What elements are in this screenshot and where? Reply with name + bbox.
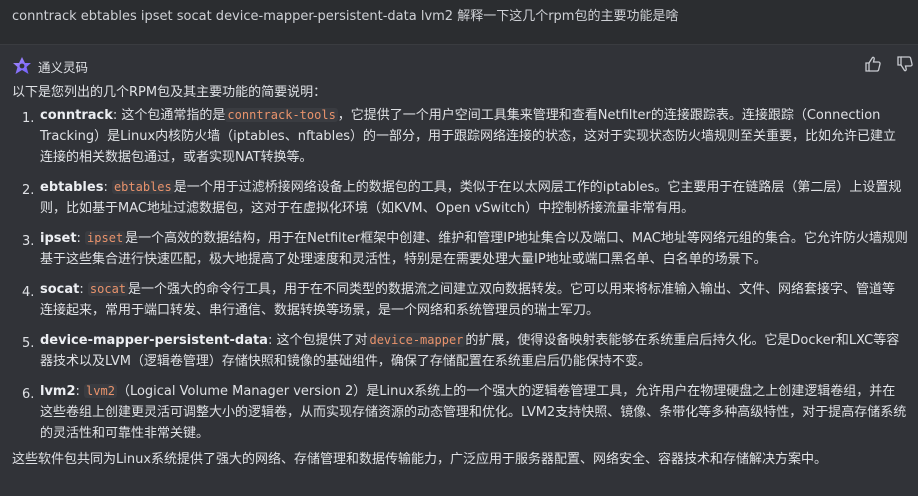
answer-header: 通义灵码 (0, 51, 918, 81)
list-item: 3. ipset: ipset 是一个高效的数据结构，用于在Netfilter框架中… (0, 228, 918, 270)
inline-code: device-mapper (367, 333, 466, 347)
item-separator: : (76, 231, 86, 246)
thumbs-up-icon[interactable] (864, 55, 882, 73)
inline-code: ebtables (111, 180, 174, 194)
item-number: 5. (22, 336, 35, 351)
item-separator: : 这个包通常指的是 (112, 108, 226, 123)
answer-outro: 这些软件包共同为Linux系统提供了强大的网络、存储管理和数据传输能力，广泛应用… (12, 452, 828, 467)
package-name: ebtables (40, 180, 104, 195)
item-number: 3. (22, 234, 35, 249)
tongyi-logo-icon (13, 57, 31, 74)
list-item: 6. lvm2: lvm2 （Logical Volume Manager vers… (0, 381, 918, 444)
inline-code: lvm2 (84, 384, 117, 398)
item-description: （Logical Volume Manager version 2）是Linux… (40, 384, 907, 441)
package-name: conntrack (40, 108, 113, 123)
item-description: 是一个高效的数据结构，用于在Netfilter框架中创建、维护和管理IP地址集合… (40, 231, 908, 267)
item-number: 6. (22, 387, 35, 402)
package-name: socat (40, 282, 80, 297)
package-name: device-mapper-persistent-data (40, 333, 268, 348)
item-number: 2. (22, 183, 35, 198)
user-question: conntrack ebtables ipset socat device-ma… (0, 0, 918, 28)
item-separator: : 这个包提供了对 (267, 333, 368, 348)
assistant-name: 通义灵码 (38, 59, 89, 75)
thumbs-down-icon[interactable] (896, 55, 914, 73)
package-name: lvm2 (40, 384, 76, 399)
inline-code: socat (87, 282, 129, 296)
item-number: 4. (22, 285, 35, 300)
item-separator: : (75, 384, 85, 399)
item-number: 1. (22, 111, 35, 126)
list-item: 1. conntrack: 这个包通常指的是 conntrack-tools ，它提供… (0, 105, 918, 168)
assistant-answer: 通义灵码 以下是您列出的几个RPM包及其主要功能的简要说明： 1. conntra… (0, 44, 918, 496)
item-separator: : (103, 180, 112, 195)
list-item: 5. device-mapper-persistent-data: 这个包提供了对… (0, 330, 918, 372)
inline-code: conntrack-tools (225, 108, 338, 122)
feedback-buttons (864, 55, 914, 73)
package-list: 1. conntrack: 这个包通常指的是 conntrack-tools ，它提供… (0, 105, 918, 444)
list-item: 2. ebtables: ebtables 是一个用于过滤桥接网络设备上的数据包的工… (0, 177, 918, 219)
item-description: 是一个强大的命令行工具，用于在不同类型的数据流之间建立双向数据转发。它可以用来将… (40, 282, 896, 318)
package-name: ipset (40, 231, 77, 246)
answer-intro: 以下是您列出的几个RPM包及其主要功能的简要说明： (12, 85, 327, 100)
item-separator: : (79, 282, 88, 297)
inline-code: ipset (85, 231, 126, 245)
list-item: 4. socat: socat 是一个强大的命令行工具，用于在不同类型的数据流之间建… (0, 279, 918, 321)
